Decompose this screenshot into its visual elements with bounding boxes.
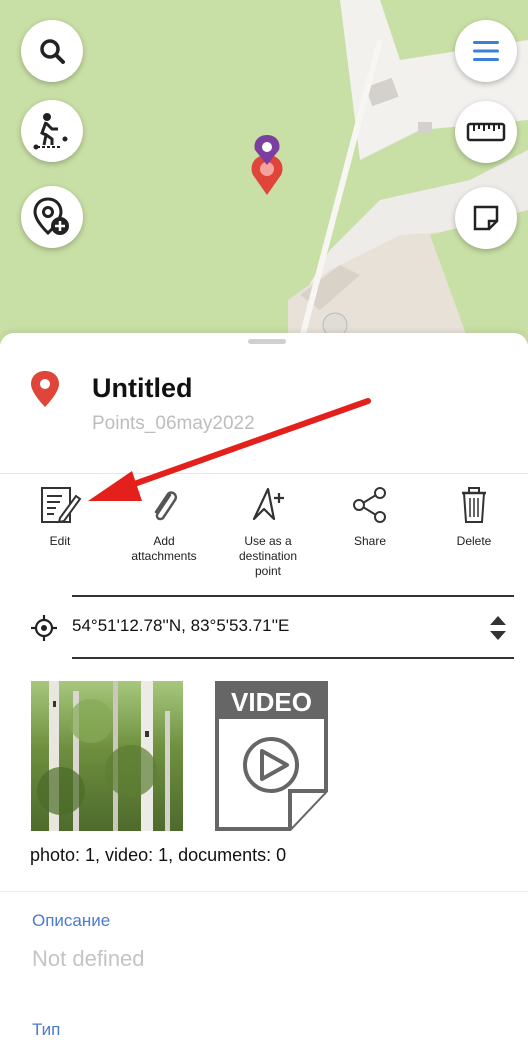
coordinates-row[interactable]: 54°51'12.78''N, 83°5'53.71''E <box>0 591 528 663</box>
video-label: VIDEO <box>231 687 312 717</box>
trash-icon <box>462 487 486 523</box>
video-thumbnail[interactable]: VIDEO <box>215 681 328 831</box>
point-details-sheet: Untitled Points_06may2022 Edit Add attac… <box>0 333 528 1042</box>
menu-button[interactable] <box>455 20 517 82</box>
sort-arrows-icon[interactable] <box>488 613 508 643</box>
add-point-button[interactable] <box>21 186 83 248</box>
add-attachments-label: Add attachments <box>131 534 197 563</box>
map-layers-button[interactable] <box>455 187 517 249</box>
walking-route-icon <box>33 113 68 150</box>
use-as-destination-label: Use as a destination point <box>238 534 298 578</box>
delete-button[interactable]: Delete <box>424 482 524 549</box>
ruler-button[interactable] <box>455 101 517 163</box>
ruler-icon <box>466 122 506 142</box>
photo-thumbnail[interactable] <box>31 681 183 831</box>
map-view[interactable] <box>0 0 528 345</box>
walking-route-button[interactable] <box>21 100 83 162</box>
search-icon <box>40 39 65 64</box>
edit-label: Edit <box>49 534 71 548</box>
divider <box>72 595 514 597</box>
crosshair-icon <box>31 615 57 641</box>
add-point-icon <box>33 197 69 236</box>
menu-icon <box>473 41 499 61</box>
point-marker-icon[interactable] <box>245 135 289 197</box>
type-label: Тип <box>32 1020 61 1039</box>
share-label: Share <box>353 534 387 548</box>
coordinates-value: 54°51'12.78''N, 83°5'53.71''E <box>72 616 290 635</box>
annotation-arrow-icon <box>88 398 371 501</box>
sheet-grabber[interactable] <box>248 339 286 344</box>
description-value[interactable]: Not defined <box>32 946 145 972</box>
description-label: Описание <box>32 911 111 930</box>
location-pin-icon <box>31 371 59 407</box>
photo-image <box>37 681 170 831</box>
delete-label: Delete <box>456 534 492 548</box>
edit-icon <box>41 487 82 524</box>
attachments-summary: photo: 1, video: 1, documents: 0 <box>30 845 287 865</box>
divider <box>72 657 514 659</box>
map-layers-icon <box>473 205 499 231</box>
divider <box>0 891 528 892</box>
search-button[interactable] <box>21 20 83 82</box>
